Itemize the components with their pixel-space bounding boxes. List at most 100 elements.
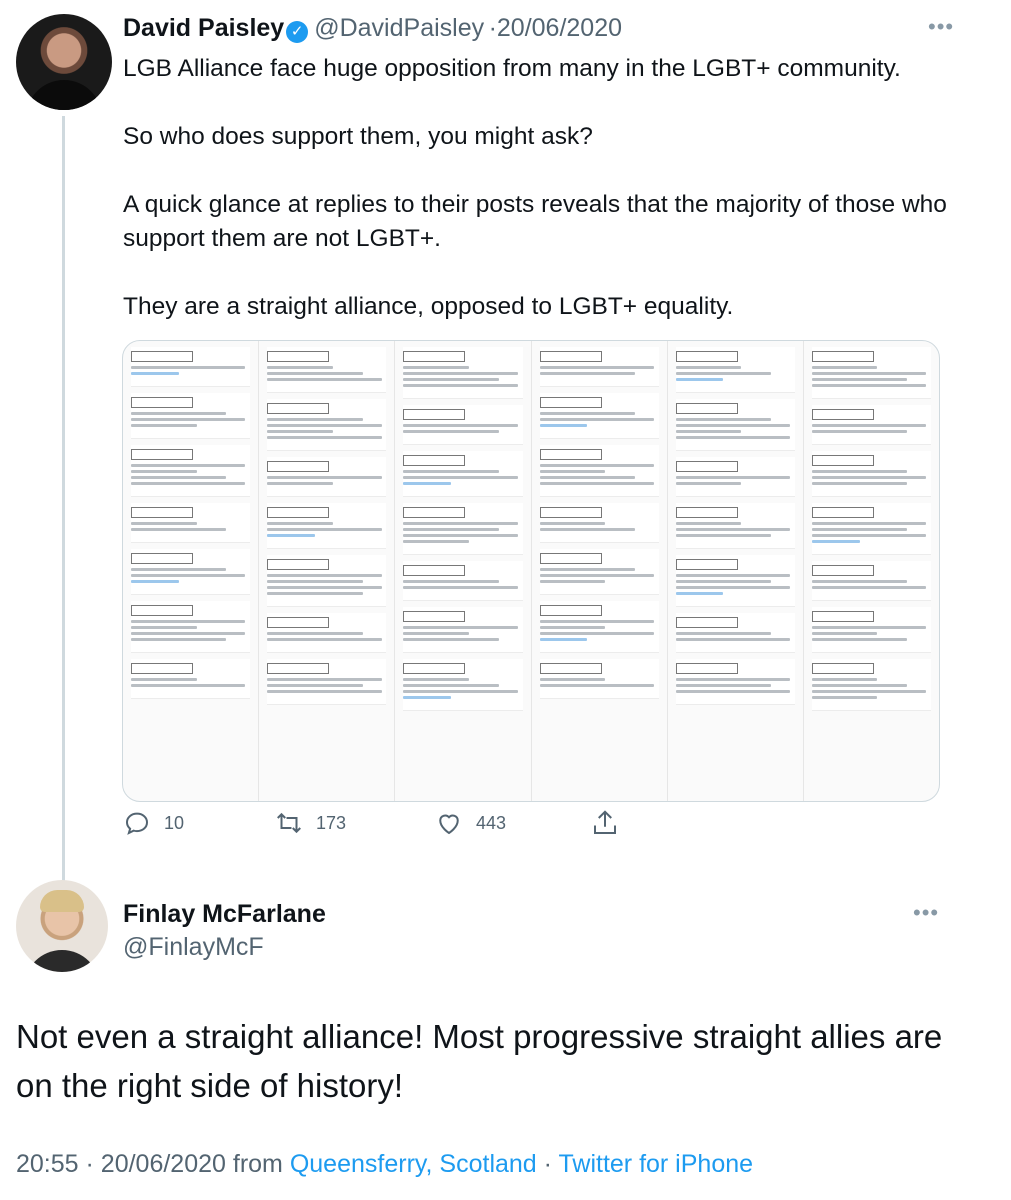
collage-text-line <box>539 424 588 427</box>
collage-text-line <box>811 522 927 525</box>
collage-text-line <box>267 638 382 641</box>
collage-text-line <box>131 372 179 375</box>
author-handle[interactable]: @DavidPaisley <box>314 14 484 42</box>
redacted-name-box <box>403 611 466 622</box>
collage-text-line <box>403 540 469 543</box>
collage-text-line <box>811 424 927 427</box>
collage-reply-tile <box>267 613 387 653</box>
collage-text-line <box>811 626 927 629</box>
collage-reply-tile <box>675 659 795 705</box>
retweet-icon <box>277 812 301 834</box>
collage-text-line <box>403 690 518 693</box>
collage-text-line <box>539 568 635 571</box>
collage-text-line <box>811 678 878 681</box>
more-dots-icon[interactable]: ••• <box>913 900 939 926</box>
redacted-name-box <box>131 507 193 518</box>
collage-reply-tile <box>811 451 932 497</box>
tweet-media-image[interactable] <box>122 340 940 802</box>
collage-text-line <box>675 574 791 577</box>
collage-text-line <box>675 436 791 439</box>
collage-text-line <box>403 528 499 531</box>
redacted-name-box <box>811 507 874 518</box>
redacted-name-box <box>811 455 874 466</box>
tweet-time[interactable]: 20:55 <box>16 1150 79 1178</box>
collage-text-line <box>131 424 197 427</box>
collage-text-line <box>403 424 518 427</box>
redacted-name-box <box>131 351 193 362</box>
author-name[interactable]: Finlay McFarlane <box>123 900 326 929</box>
avatar-figure <box>26 80 102 110</box>
collage-reply-tile <box>675 555 795 607</box>
source-link[interactable]: Twitter for iPhone <box>559 1150 754 1178</box>
redacted-name-box <box>539 605 602 616</box>
collage-reply-tile <box>267 457 387 497</box>
collage-text-line <box>267 534 315 537</box>
redacted-name-box <box>539 351 602 362</box>
collage-text-line <box>539 412 635 415</box>
share-button[interactable] <box>590 808 632 838</box>
collage-text-line <box>267 690 382 693</box>
tweet-date[interactable]: 20/06/2020 <box>497 14 622 42</box>
collage-text-line <box>811 378 908 381</box>
collage-text-line <box>403 378 499 381</box>
retweet-button[interactable]: 173 <box>274 808 346 838</box>
tweet-date[interactable]: 20/06/2020 <box>101 1150 226 1178</box>
redacted-name-box <box>131 605 193 616</box>
collage-text-line <box>675 378 724 381</box>
author-handle[interactable]: @FinlayMcF <box>123 933 264 962</box>
collage-text-line <box>403 580 499 583</box>
collage-text-line <box>131 476 227 479</box>
collage-reply-tile <box>131 659 251 699</box>
collage-reply-tile <box>267 659 387 705</box>
author-avatar[interactable] <box>16 880 108 972</box>
collage-text-line <box>539 574 654 577</box>
collage-text-line <box>539 464 654 467</box>
redacted-name-box <box>539 449 602 460</box>
collage-text-line <box>811 690 927 693</box>
collage-reply-tile <box>267 399 387 451</box>
collage-text-line <box>811 384 927 387</box>
redacted-name-box <box>539 397 602 408</box>
collage-text-line <box>539 522 606 525</box>
collage-text-line <box>403 372 518 375</box>
collage-text-line <box>539 678 606 681</box>
author-avatar[interactable] <box>16 14 112 110</box>
author-name[interactable]: David Paisley <box>123 14 284 42</box>
collage-column <box>259 341 396 801</box>
collage-text-line <box>539 372 635 375</box>
collage-text-line <box>403 534 518 537</box>
collage-text-line <box>539 366 654 369</box>
location-link[interactable]: Queensferry, Scotland <box>290 1150 537 1178</box>
collage-text-line <box>267 586 382 589</box>
redacted-name-box <box>131 553 193 564</box>
collage-text-line <box>131 412 227 415</box>
media-collage <box>123 341 939 801</box>
collage-reply-tile <box>811 405 932 445</box>
collage-reply-tile <box>403 451 523 497</box>
collage-text-line <box>131 638 227 641</box>
collage-reply-tile <box>539 503 659 543</box>
collage-text-line <box>131 678 197 681</box>
collage-text-line <box>403 678 469 681</box>
collage-reply-tile <box>675 613 795 653</box>
collage-text-line <box>811 696 878 699</box>
collage-text-line <box>131 620 246 623</box>
reply-button[interactable]: 10 <box>122 808 184 838</box>
collage-text-line <box>675 678 791 681</box>
collage-text-line <box>403 696 451 699</box>
parent-tweet-text: LGB Alliance face huge opposition from m… <box>123 55 947 320</box>
more-dots-icon[interactable]: ••• <box>928 14 954 40</box>
redacted-name-box <box>403 507 466 518</box>
collage-text-line <box>539 626 606 629</box>
collage-text-line <box>675 632 772 635</box>
collage-text-line <box>811 638 908 641</box>
collage-text-line <box>267 592 363 595</box>
collage-column <box>668 341 804 801</box>
redacted-name-box <box>267 461 330 472</box>
collage-text-line <box>675 430 742 433</box>
redacted-name-box <box>131 449 193 460</box>
collage-reply-tile <box>131 549 251 595</box>
collage-text-line <box>131 684 246 687</box>
redacted-name-box <box>675 507 738 518</box>
like-button[interactable]: 443 <box>434 808 506 838</box>
